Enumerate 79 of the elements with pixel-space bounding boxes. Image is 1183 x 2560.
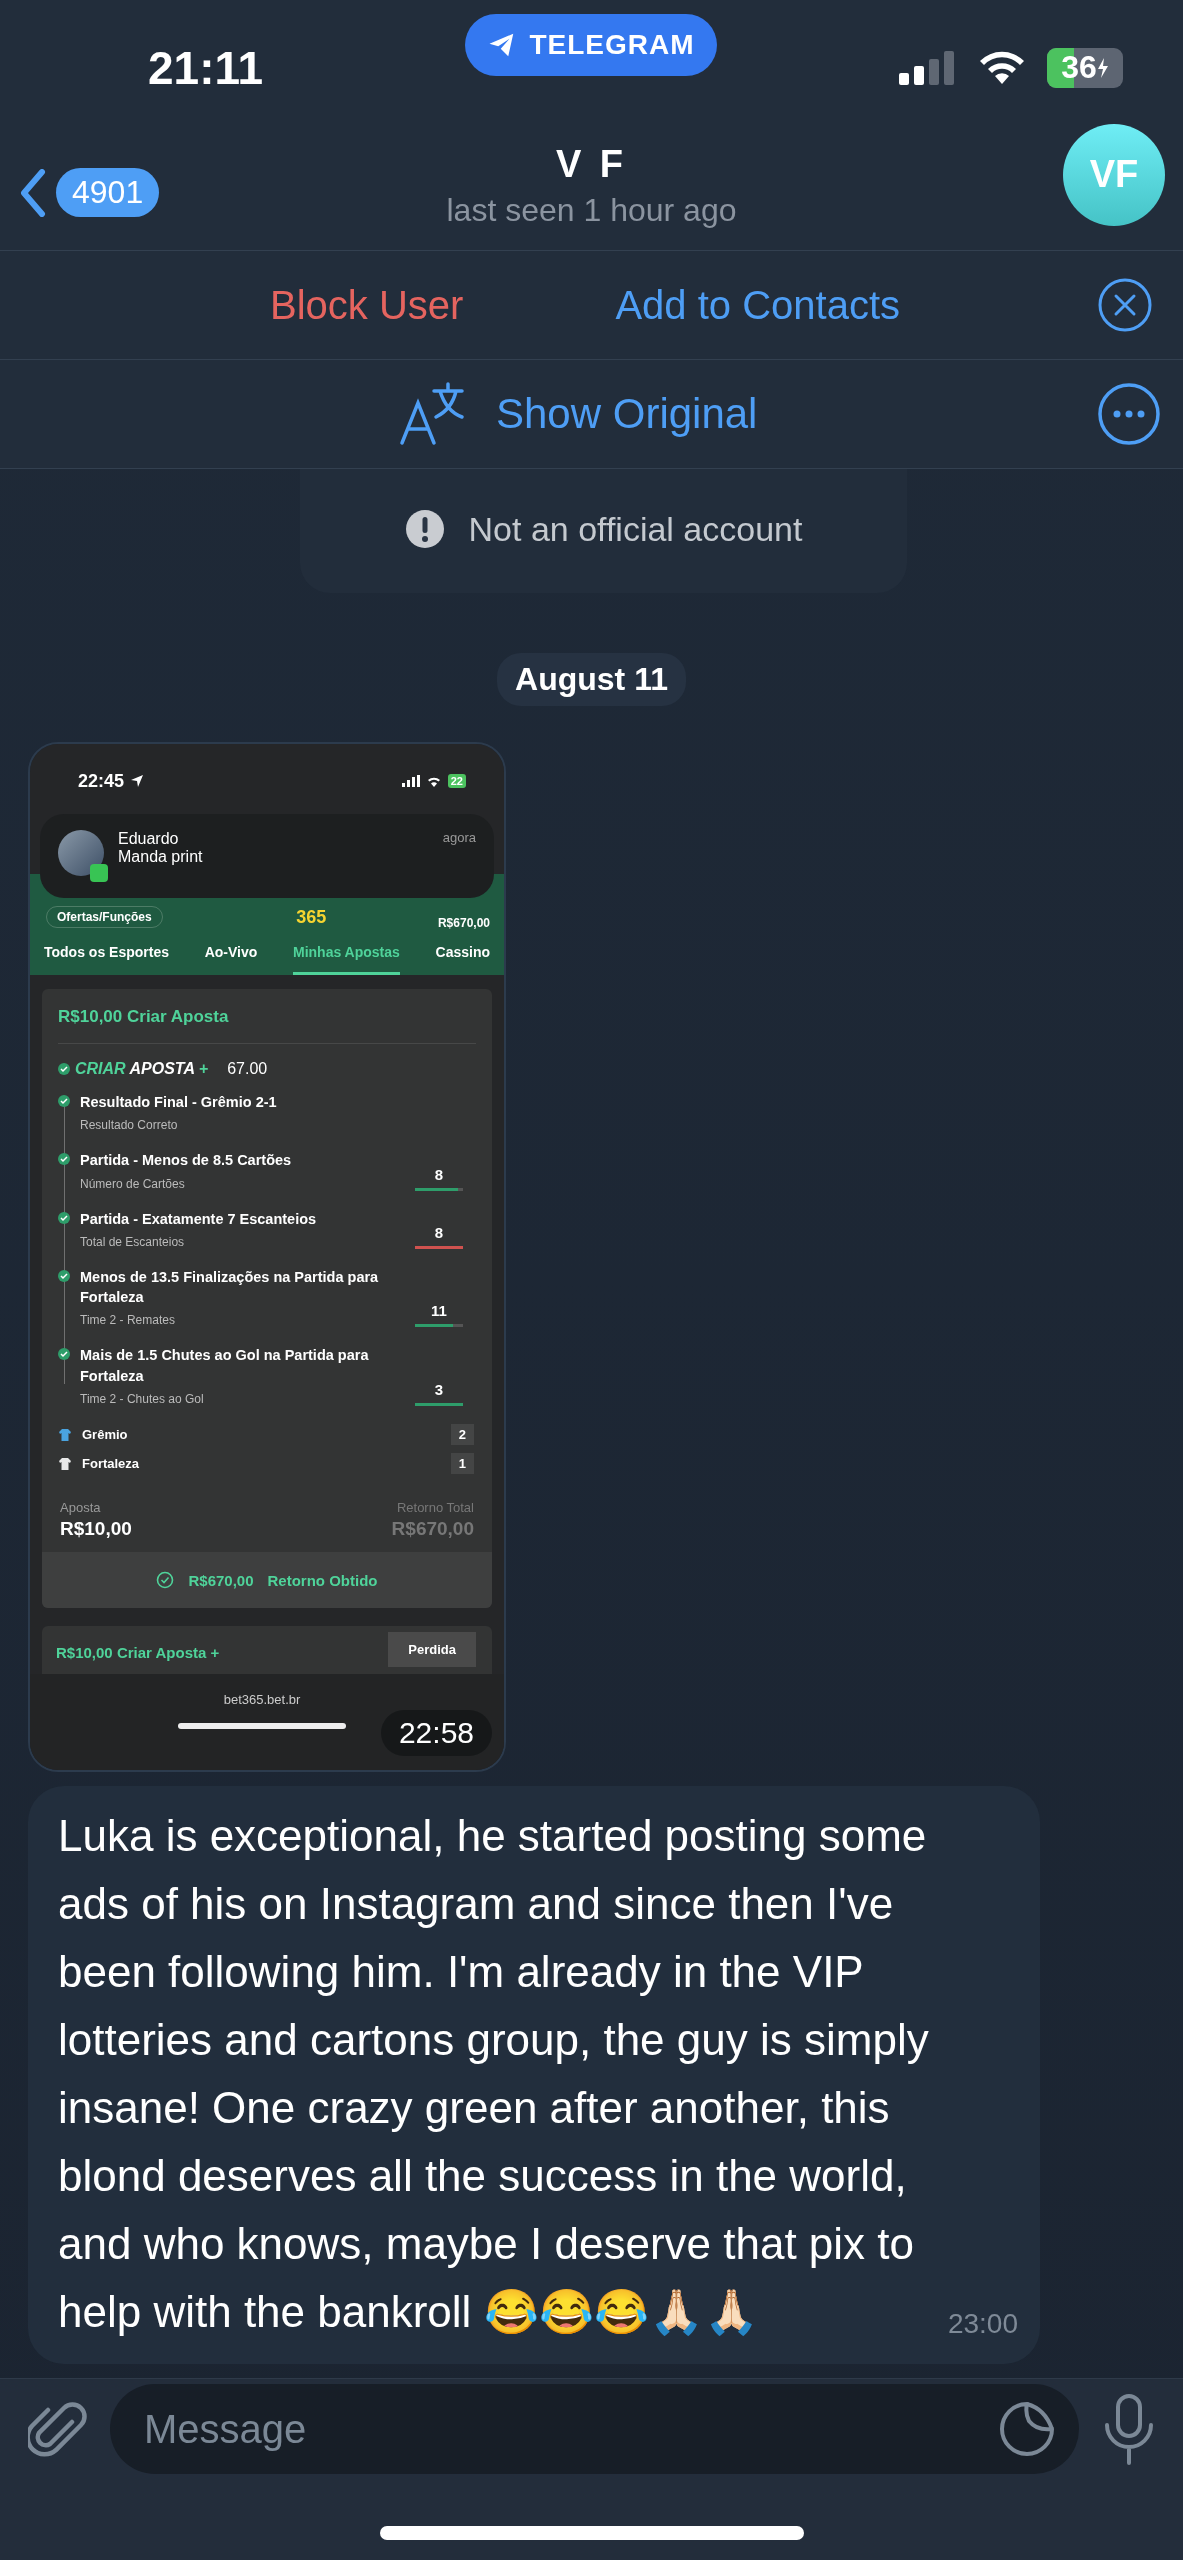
show-original-button[interactable]: Show Original bbox=[398, 381, 758, 447]
team-name: Fortaleza bbox=[82, 1456, 140, 1472]
tab[interactable]: Cassino bbox=[435, 944, 490, 975]
selection-title: Partida - Menos de 8.5 Cartões bbox=[80, 1151, 293, 1171]
app-pill[interactable]: TELEGRAM bbox=[465, 14, 717, 76]
chat-title: V F bbox=[555, 143, 628, 186]
tab[interactable]: Todos os Esportes bbox=[44, 944, 169, 975]
screenshot-status-time: 22:45 bbox=[78, 770, 125, 792]
team-score: 2 bbox=[450, 1424, 474, 1446]
chevron-left-icon bbox=[20, 168, 46, 217]
message-time: 22:58 bbox=[380, 1710, 492, 1756]
selection-market: Total de Escanteios bbox=[80, 1234, 186, 1249]
close-icon[interactable] bbox=[1097, 277, 1153, 333]
notification-text: Manda print bbox=[118, 848, 204, 866]
selection-title: Mais de 1.5 Chutes ao Gol na Partida para Fortaleza bbox=[80, 1346, 370, 1386]
message-time: 23:00 bbox=[947, 2307, 1018, 2341]
odds: 67.00 bbox=[227, 1060, 268, 1078]
bet-title: R$10,00 Criar Aposta bbox=[58, 1007, 230, 1027]
selection-title: Menos de 13.5 Finalizações na Partida para Fortaleza bbox=[80, 1267, 380, 1308]
notification-sender: Eduardo bbox=[118, 830, 180, 848]
date-separator: August 11 bbox=[497, 653, 686, 706]
notification-time: agora bbox=[442, 830, 476, 845]
stake-value: R$10,00 bbox=[60, 1518, 132, 1541]
selection-market: Time 2 - Remates bbox=[80, 1313, 176, 1328]
stat-value: 11 bbox=[431, 1302, 447, 1320]
selection-market: Time 2 - Chutes ao Gol bbox=[80, 1392, 205, 1407]
team-name: Grêmio bbox=[82, 1427, 128, 1443]
team-score: 1 bbox=[450, 1453, 474, 1475]
message-text: Luka is exceptional, he started posting some ads of his on Instagram and since then I've been following him. I'm already in the VIP lotteries and cartons group, the guy is simply insane! One crazy green after another, this blond deserves all the success in the world, and who knows, maybe I deserve that pix to help with the bankroll 😂😂😂🙏🏻🙏🏻 bbox=[58, 1810, 930, 2338]
unread-count-badge: 4901 bbox=[56, 168, 160, 217]
selection-title: Partida - Exatamente 7 Escanteios bbox=[80, 1209, 318, 1229]
progress-bar bbox=[415, 1245, 463, 1249]
block-user-button[interactable]: Block User bbox=[270, 282, 464, 328]
balance: R$670,00 bbox=[437, 916, 490, 930]
translate-icon bbox=[398, 381, 466, 447]
return-amount: R$670,00 bbox=[188, 1571, 254, 1589]
progress-bar bbox=[415, 1403, 463, 1407]
battery-icon: 22 bbox=[447, 774, 466, 788]
back-button[interactable]: 4901 bbox=[20, 168, 160, 217]
signal-icon bbox=[401, 775, 420, 787]
image-message[interactable] bbox=[28, 742, 506, 1772]
selection-market: Número de Cartões bbox=[80, 1176, 186, 1191]
progress-bar bbox=[415, 1324, 463, 1328]
check-icon bbox=[58, 1348, 70, 1361]
notification-banner[interactable]: Eduardo Manda print agora bbox=[40, 814, 494, 898]
location-arrow-icon bbox=[130, 774, 145, 788]
progress-bar bbox=[415, 1187, 463, 1191]
selection-title: Resultado Final - Grêmio 2-1 bbox=[80, 1093, 278, 1112]
url-text: bet365.bet.br bbox=[223, 1692, 301, 1708]
chat-app-icon bbox=[90, 864, 108, 882]
check-icon bbox=[58, 1211, 70, 1224]
logo: 365 bbox=[296, 906, 327, 928]
tab[interactable]: Minhas Apostas bbox=[293, 944, 400, 975]
bet-title: R$10,00 Criar Aposta + bbox=[56, 1644, 220, 1662]
official-account-notice: Not an official account bbox=[468, 509, 803, 549]
check-circle-icon bbox=[156, 1571, 175, 1590]
stake-label: Aposta bbox=[60, 1500, 102, 1516]
check-icon bbox=[58, 1269, 70, 1282]
sticker-icon[interactable] bbox=[999, 2401, 1055, 2458]
bet-builder-label: CRIAR APOSTA + bbox=[75, 1060, 209, 1078]
message-input[interactable]: Message bbox=[110, 2384, 1079, 2475]
stat-value: 8 bbox=[434, 1165, 444, 1183]
check-icon bbox=[58, 1063, 70, 1075]
return-status: Retorno Obtido bbox=[267, 1571, 378, 1589]
status-tag: Perdida bbox=[388, 1632, 476, 1668]
add-to-contacts-button[interactable]: Add to Contacts bbox=[615, 282, 900, 328]
check-icon bbox=[58, 1153, 70, 1166]
stat-value: 3 bbox=[434, 1381, 444, 1399]
return-value: R$670,00 bbox=[391, 1518, 474, 1541]
tab[interactable]: Ao-Vivo bbox=[204, 944, 258, 975]
signal-icon bbox=[899, 50, 957, 85]
return-label: Retorno Total bbox=[396, 1500, 474, 1516]
exclamation-icon bbox=[404, 509, 445, 549]
check-icon bbox=[58, 1095, 70, 1107]
last-seen-status: last seen 1 hour ago bbox=[446, 192, 737, 229]
more-icon[interactable] bbox=[1097, 382, 1161, 446]
stat-value: 8 bbox=[434, 1223, 444, 1241]
selection-market: Resultado Correto bbox=[80, 1118, 179, 1133]
status-time: 21:11 bbox=[148, 40, 264, 95]
